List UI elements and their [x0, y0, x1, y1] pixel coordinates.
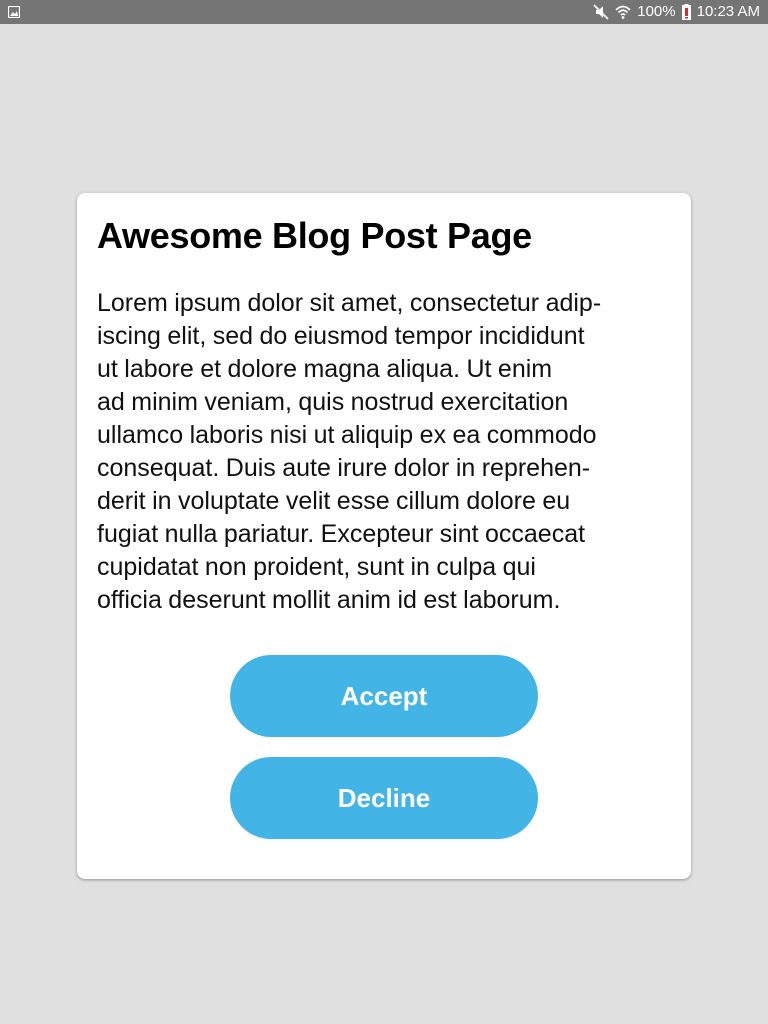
body-line: consequat. Duis aute irure dolor in repr… [97, 454, 591, 482]
accept-button[interactable]: Accept [230, 655, 538, 737]
dialog-title: Awesome Blog Post Page [97, 215, 532, 256]
body-line: ad minim veniam, quis nostrud exercitati… [97, 388, 569, 416]
status-bar-left [8, 6, 20, 18]
status-bar: 100% 10:23 AM [0, 0, 768, 24]
mute-icon [593, 4, 609, 20]
body-line: iscing elit, sed do eiusmod tempor incid… [97, 322, 585, 350]
status-bar-right: 100% 10:23 AM [593, 0, 760, 24]
battery-percent: 100% [637, 3, 676, 20]
body-line: fugiat nulla pariatur. Excepteur sint oc… [97, 520, 586, 548]
gallery-icon [8, 6, 20, 18]
body-line: Lorem ipsum dolor sit amet, consectetur … [97, 289, 602, 317]
battery-icon [681, 4, 691, 20]
dialog-actions: Accept Decline [77, 655, 691, 839]
body-line: ut labore et dolore magna aliqua. Ut eni… [97, 355, 553, 383]
blog-post-dialog: Awesome Blog Post Page Lorem ipsum dolor… [77, 193, 691, 879]
decline-button[interactable]: Decline [230, 757, 538, 839]
wifi-icon [615, 4, 631, 20]
body-line: cupidatat non proident, sunt in culpa qu… [97, 553, 536, 581]
body-line: officia deserunt mollit anim id est labo… [97, 586, 561, 614]
body-line: ullamco laboris nisi ut aliquip ex ea co… [97, 421, 597, 449]
body-line: derit in voluptate velit esse cillum dol… [97, 487, 571, 515]
dialog-body: Lorem ipsum dolor sit amet, consectetur … [97, 287, 671, 617]
clock: 10:23 AM [696, 3, 760, 20]
